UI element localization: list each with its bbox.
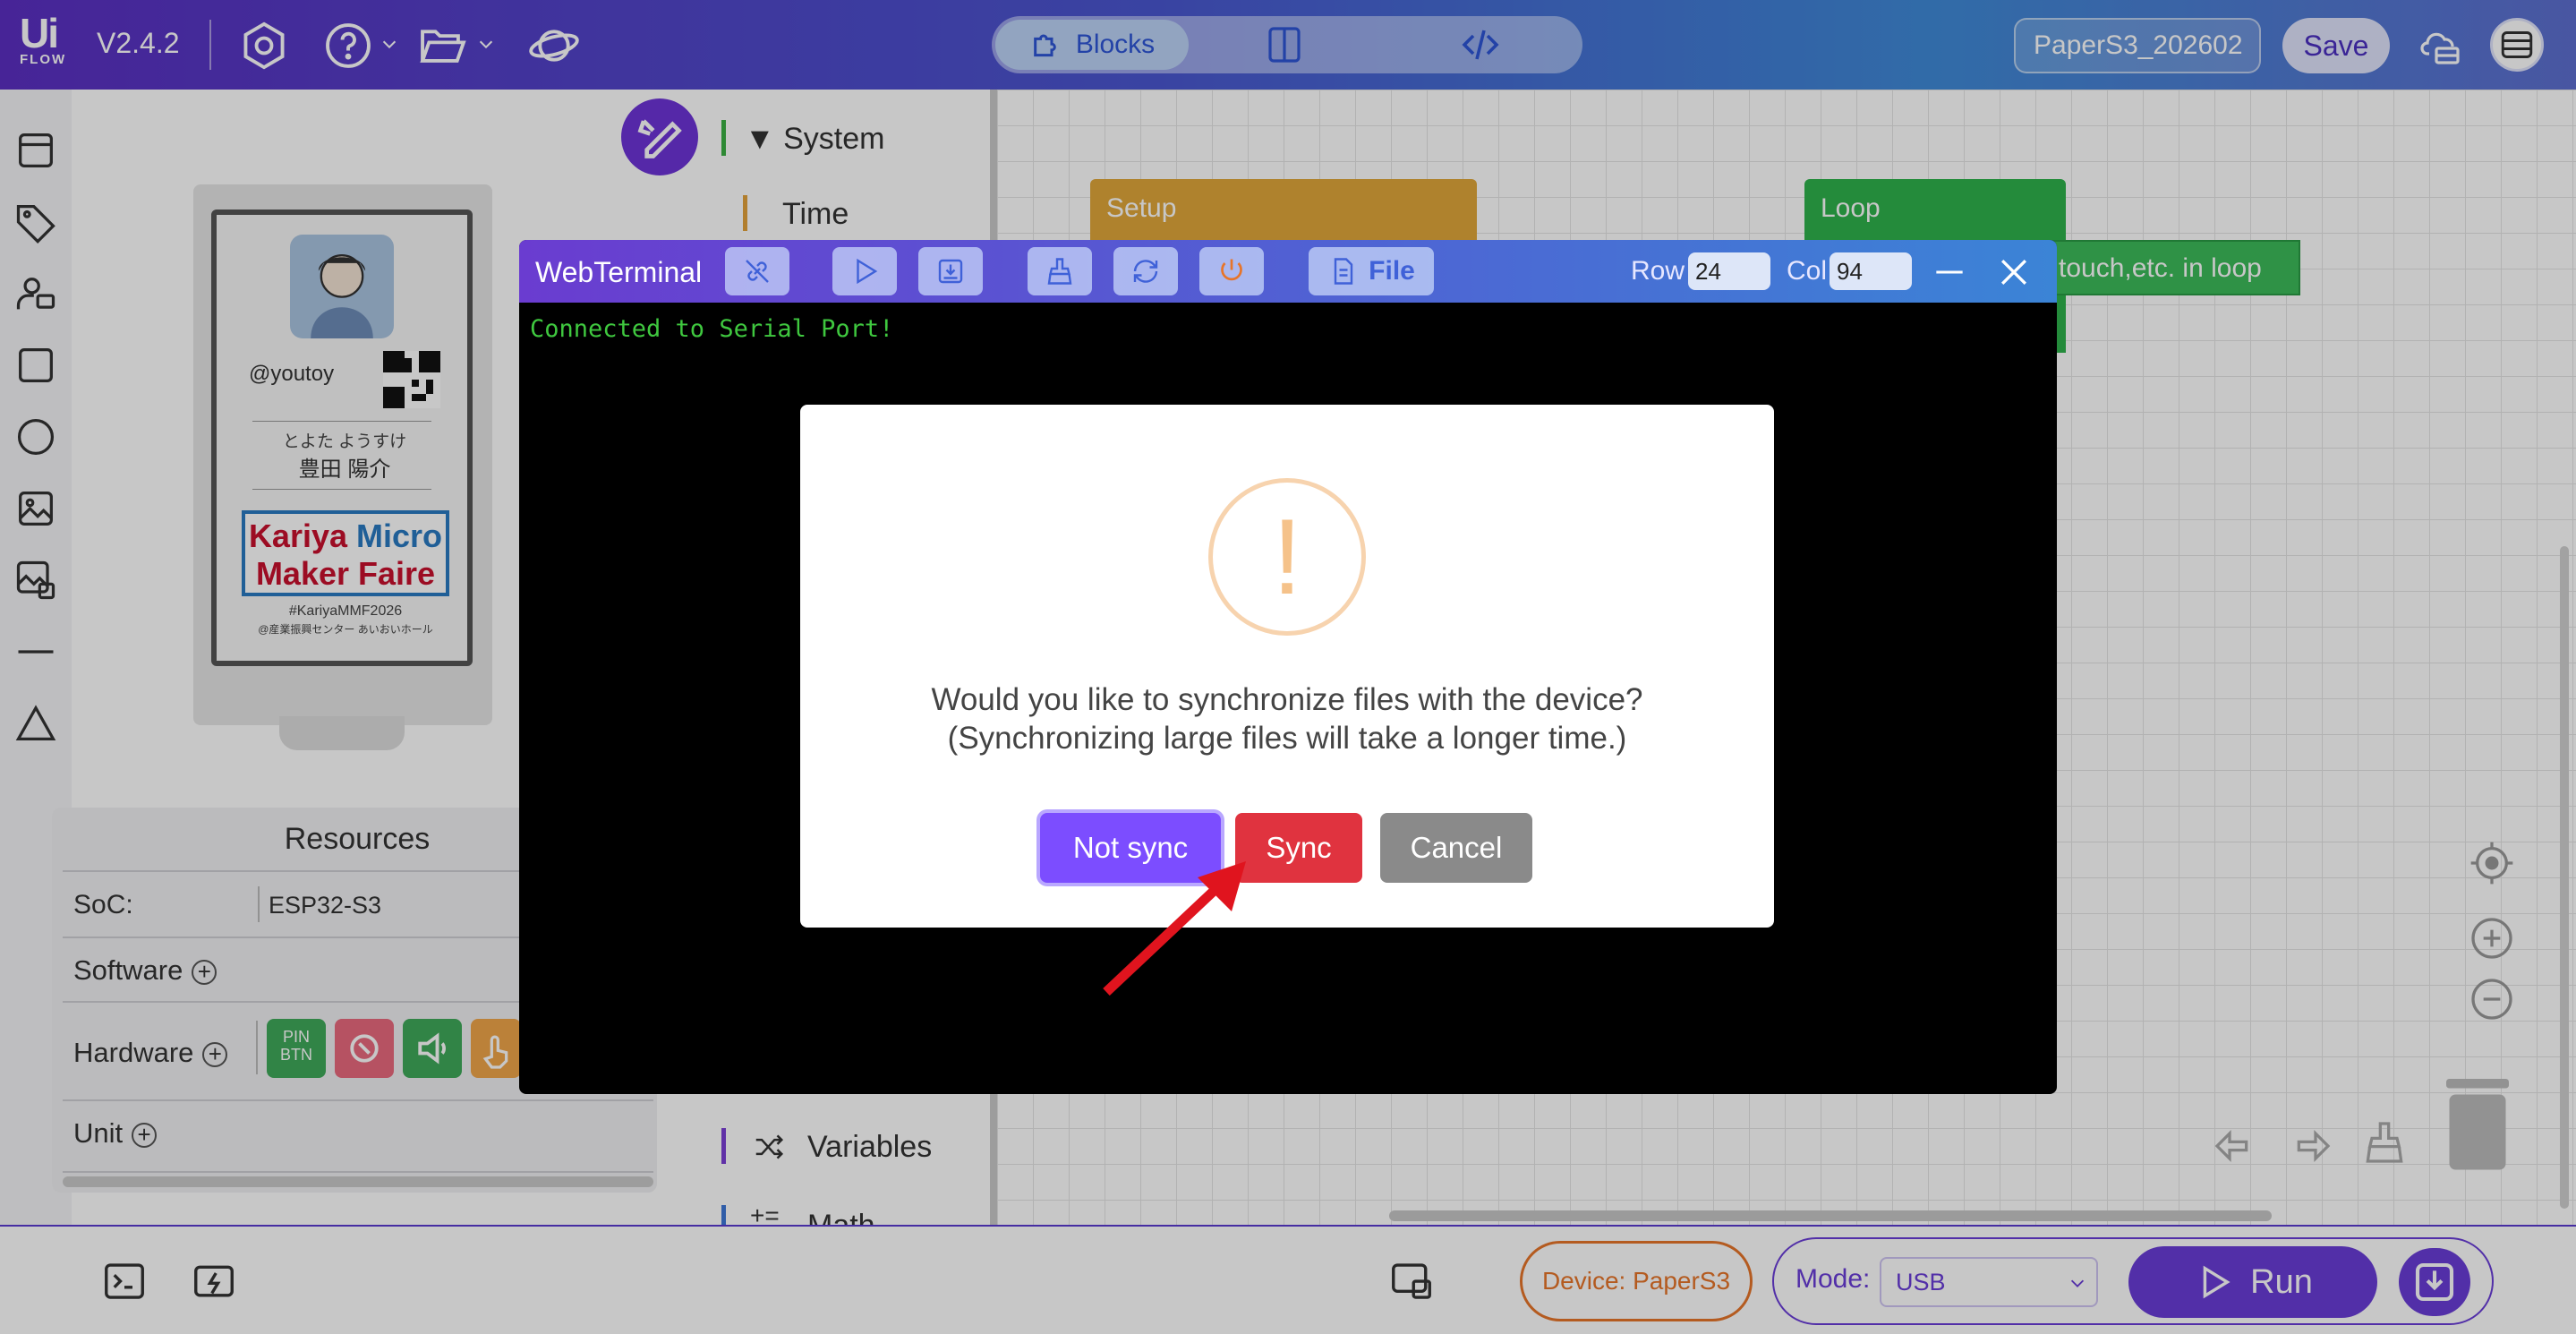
- broom-icon: [1047, 258, 1072, 285]
- dialog-message-note: (Synchronizing large files will take a l…: [947, 721, 1627, 756]
- play-icon: [857, 258, 878, 285]
- sync-button[interactable]: Sync: [1235, 813, 1362, 883]
- col-label: Col: [1787, 256, 1828, 286]
- col-input[interactable]: 94: [1830, 252, 1912, 290]
- disconnect-button[interactable]: [725, 247, 789, 295]
- refresh-button[interactable]: [1113, 247, 1178, 295]
- close-icon[interactable]: [1994, 252, 2034, 292]
- refresh-icon: [1133, 260, 1158, 283]
- clear-terminal-button[interactable]: [1028, 247, 1092, 295]
- web-terminal-header: WebTerminal File Row 24 Col 94: [519, 240, 2057, 303]
- download-script-button[interactable]: [918, 247, 983, 295]
- cancel-button[interactable]: Cancel: [1380, 813, 1532, 883]
- download-device-icon: [938, 259, 963, 284]
- row-label: Row: [1631, 256, 1685, 286]
- warning-icon: !: [1208, 478, 1366, 636]
- power-icon: [1221, 259, 1242, 281]
- web-terminal-title: WebTerminal: [535, 256, 703, 288]
- terminal-output[interactable]: Connected to Serial Port!: [530, 315, 893, 343]
- app-root: Ui FLOW V2.4.2 Blocks PaperS3_202602 Sav…: [0, 0, 2576, 1334]
- file-icon: [1334, 258, 1353, 285]
- dialog-message: Would you like to synchronize files with…: [931, 682, 1643, 717]
- red-arrow-annotation: [1103, 861, 1246, 996]
- link-broken-icon: [746, 260, 769, 283]
- row-input[interactable]: 24: [1688, 252, 1770, 290]
- file-button-label: File: [1369, 256, 1415, 286]
- reset-device-button[interactable]: [1199, 247, 1264, 295]
- run-script-button[interactable]: [832, 247, 897, 295]
- minimize-icon[interactable]: [1930, 252, 1969, 292]
- file-button[interactable]: File: [1309, 247, 1434, 295]
